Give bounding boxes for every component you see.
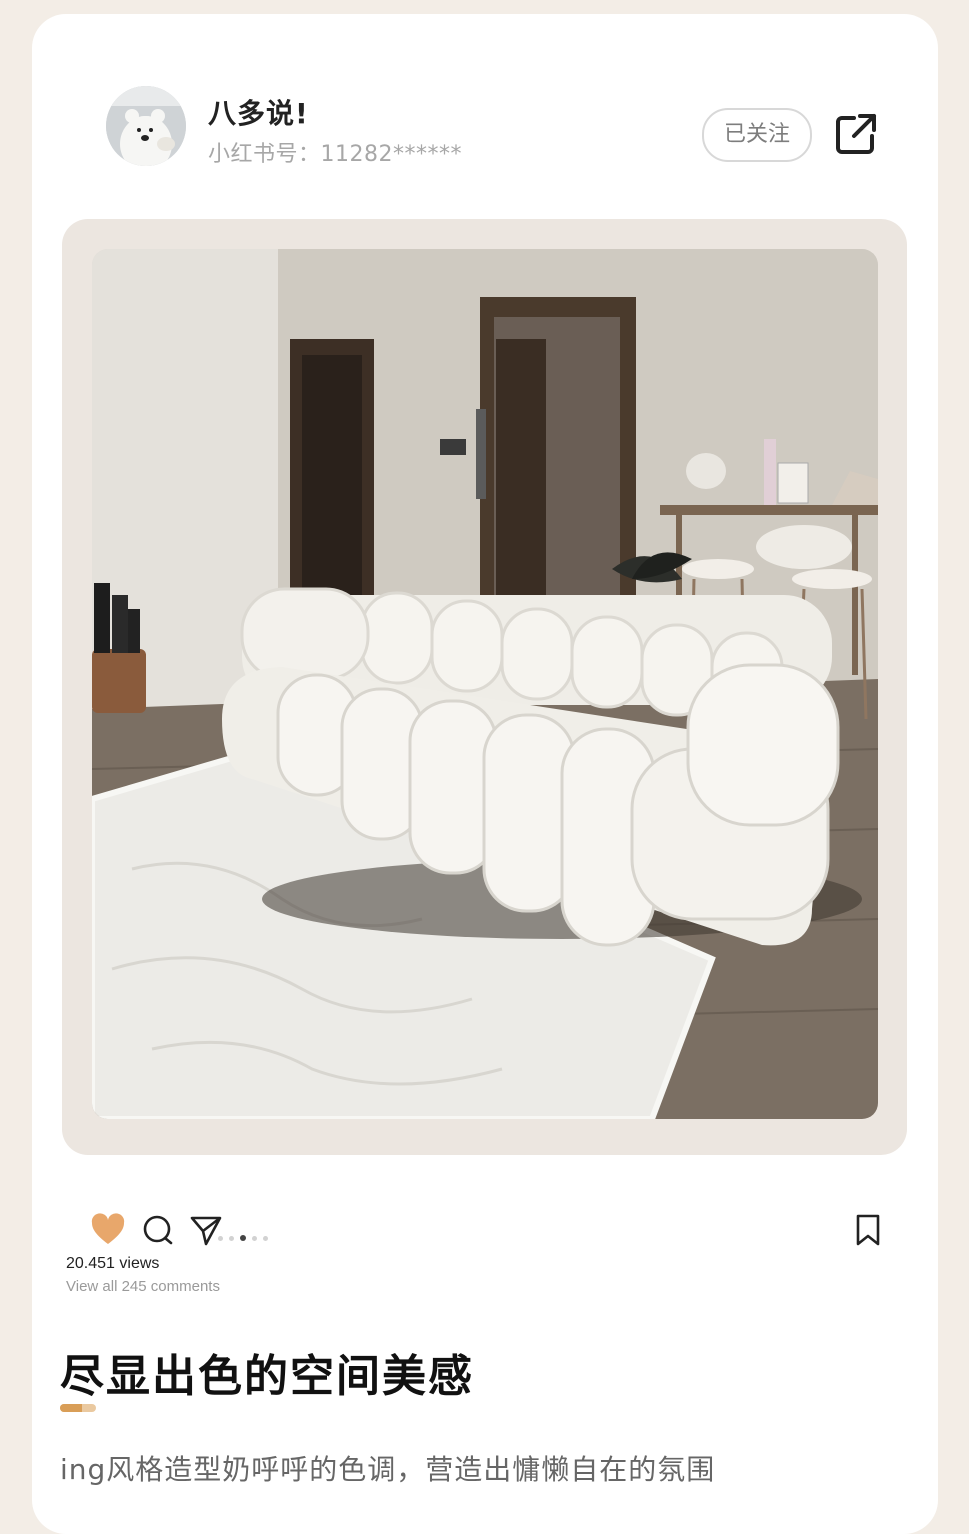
sofa-image xyxy=(92,249,878,1119)
bookmark-icon xyxy=(856,1214,880,1246)
heart-icon xyxy=(91,1213,125,1244)
carousel-dot xyxy=(218,1236,223,1241)
comment-icon xyxy=(143,1215,173,1245)
user-id-label: 小红书号： xyxy=(208,142,321,167)
bookmark-button[interactable] xyxy=(850,1212,886,1248)
user-id-value: 11282****** xyxy=(320,142,463,167)
carousel-dot xyxy=(240,1235,246,1241)
accent-bar xyxy=(60,1404,96,1412)
sofa-photo[interactable] xyxy=(92,249,878,1119)
follow-button[interactable]: 已关注 xyxy=(702,108,812,162)
avatar[interactable] xyxy=(106,86,186,166)
photo-frame xyxy=(62,219,907,1155)
view-comments-link[interactable]: View all 245 comments xyxy=(66,1278,220,1295)
action-bar xyxy=(58,1212,880,1248)
post-card: 八多说! 小红书号：11282****** 已关注 xyxy=(32,14,938,1534)
comment-button[interactable] xyxy=(140,1212,176,1248)
user-id: 小红书号：11282****** xyxy=(208,136,462,168)
carousel-indicator xyxy=(218,1226,274,1241)
share-icon xyxy=(836,114,876,154)
carousel-dot xyxy=(229,1236,234,1241)
username[interactable]: 八多说! xyxy=(208,92,309,132)
carousel-dot xyxy=(252,1236,257,1241)
like-button[interactable] xyxy=(90,1212,126,1248)
post-title: 尽显出色的空间美感 xyxy=(60,1351,474,1402)
bear-avatar-icon xyxy=(106,86,186,166)
carousel-dot xyxy=(263,1236,268,1241)
views-count: 20.451 views xyxy=(66,1255,160,1272)
share-button[interactable] xyxy=(832,110,880,158)
post-description: ing风格造型奶呼呼的色调，营造出慵懒自在的氛围 xyxy=(60,1453,716,1486)
